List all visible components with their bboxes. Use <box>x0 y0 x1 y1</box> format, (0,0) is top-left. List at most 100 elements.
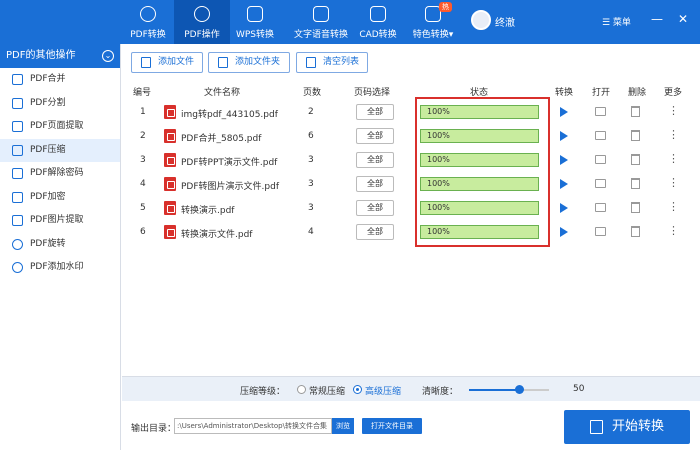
page-select-button[interactable]: 全部 <box>356 200 394 216</box>
trash-icon[interactable] <box>631 202 640 213</box>
folder-icon[interactable] <box>595 155 606 164</box>
sidebar-item-label: PDF添加水印 <box>30 262 84 272</box>
hot-badge: 热 <box>439 2 452 12</box>
sidebar-item-label: PDF加密 <box>30 191 66 202</box>
page-select-button[interactable]: 全部 <box>356 128 394 144</box>
minimize-icon[interactable]: — <box>651 12 663 26</box>
nav-pdf-convert[interactable]: PDF转换 <box>126 0 170 44</box>
nav-label: WPS转换 <box>235 30 275 40</box>
sidebar-item-encrypt[interactable]: PDF加密 <box>0 186 120 210</box>
file-name: PDF转PPT演示文件.pdf <box>181 158 278 168</box>
sidebar-item-rotate[interactable]: PDF旋转 <box>0 233 120 257</box>
trash-icon[interactable] <box>631 106 640 117</box>
row-number: 4 <box>140 179 146 189</box>
sidebar-item-label: PDF旋转 <box>30 238 66 249</box>
wps-icon <box>247 6 263 22</box>
row-number: 6 <box>140 227 146 237</box>
page-select-button[interactable]: 全部 <box>356 152 394 168</box>
pdf-file-icon <box>164 201 176 215</box>
folder-icon[interactable] <box>595 131 606 140</box>
avatar[interactable] <box>471 10 491 30</box>
page-count: 6 <box>308 131 314 141</box>
play-icon[interactable] <box>560 203 568 213</box>
file-name: PDF转图片演示文件.pdf <box>181 182 279 192</box>
table-row[interactable]: 3 PDF转PPT演示文件.pdf 3 全部 100% ⋮ <box>123 149 700 173</box>
add-folder-button[interactable]: 添加文件夹 <box>208 52 290 73</box>
table-row[interactable]: 4 PDF转图片演示文件.pdf 3 全部 100% ⋮ <box>123 173 700 197</box>
output-path-field[interactable]: :\Users\Administrator\Desktop\转换文件合集 <box>174 418 332 434</box>
clarity-slider[interactable] <box>469 385 549 394</box>
merge-icon <box>12 74 23 85</box>
more-icon[interactable]: ⋮ <box>668 176 679 189</box>
more-icon[interactable]: ⋮ <box>668 200 679 213</box>
sidebar-header[interactable]: PDF的其他操作 ⌄ <box>0 44 120 68</box>
add-file-label: 添加文件 <box>158 57 195 67</box>
page-select-button[interactable]: 全部 <box>356 104 394 120</box>
file-name: 转换演示.pdf <box>181 206 235 216</box>
add-folder-icon <box>218 57 228 68</box>
sidebar-item-merge[interactable]: PDF合并 <box>0 68 120 92</box>
sidebar-item-compress[interactable]: PDF压缩 <box>0 138 120 162</box>
play-icon[interactable] <box>560 131 568 141</box>
user-name[interactable]: 终澈 <box>495 14 515 29</box>
trash-icon[interactable] <box>631 226 640 237</box>
add-file-button[interactable]: 添加文件 <box>131 52 203 73</box>
open-dir-button[interactable]: 打开文件目录 <box>362 418 422 434</box>
sidebar-item-image-extract[interactable]: PDF图片提取 <box>0 209 120 233</box>
sidebar-item-decrypt[interactable]: PDF解除密码 <box>0 162 120 186</box>
more-icon[interactable]: ⋮ <box>668 104 679 117</box>
header-num: 编号 <box>133 88 152 98</box>
chevron-down-icon[interactable]: ⌄ <box>102 50 114 62</box>
page-count: 3 <box>308 155 314 165</box>
browse-button[interactable]: 浏览 <box>332 418 354 434</box>
sidebar-item-extract-pages[interactable]: PDF页面提取 <box>0 115 120 139</box>
more-icon[interactable]: ⋮ <box>668 152 679 165</box>
folder-icon[interactable] <box>595 179 606 188</box>
advanced-compress-label[interactable]: 高级压缩 <box>365 384 401 397</box>
nav-text-speech[interactable]: 文字语音转换 <box>288 0 354 44</box>
menu-button[interactable]: ☰ 菜单 <box>602 15 631 28</box>
clear-list-button[interactable]: 清空列表 <box>296 52 368 73</box>
play-icon[interactable] <box>560 155 568 165</box>
trash-icon[interactable] <box>631 178 640 189</box>
normal-compress-radio[interactable] <box>297 385 306 394</box>
sidebar-item-watermark[interactable]: PDF添加水印 <box>0 256 120 280</box>
page-select-button[interactable]: 全部 <box>356 224 394 240</box>
folder-icon[interactable] <box>595 203 606 212</box>
page-count: 2 <box>308 107 314 117</box>
play-icon[interactable] <box>560 227 568 237</box>
sidebar-item-label: PDF合并 <box>30 74 66 84</box>
file-name: 转换演示文件.pdf <box>181 230 253 240</box>
add-folder-label: 添加文件夹 <box>235 57 281 67</box>
play-icon[interactable] <box>560 179 568 189</box>
play-icon[interactable] <box>560 107 568 117</box>
more-icon[interactable]: ⋮ <box>668 128 679 141</box>
image-icon <box>12 215 23 226</box>
table-row[interactable]: 1 img转pdf_443105.pdf 2 全部 100% ⋮ <box>123 101 700 125</box>
trash-icon[interactable] <box>631 154 640 165</box>
nav-cad-convert[interactable]: CAD转换 <box>358 0 398 44</box>
table-row[interactable]: 5 转换演示.pdf 3 全部 100% ⋮ <box>123 197 700 221</box>
folder-icon[interactable] <box>595 107 606 116</box>
nav-wps-convert[interactable]: WPS转换 <box>232 0 278 44</box>
clarity-slider-handle[interactable] <box>515 385 524 394</box>
output-dir-label: 输出目录： <box>131 424 177 434</box>
close-icon[interactable]: ✕ <box>678 12 688 26</box>
page-select-button[interactable]: 全部 <box>356 176 394 192</box>
folder-icon[interactable] <box>595 227 606 236</box>
trash-icon[interactable] <box>631 130 640 141</box>
header-open: 打开 <box>592 88 611 98</box>
advanced-compress-radio[interactable] <box>353 385 362 394</box>
normal-compress-label[interactable]: 常规压缩 <box>309 384 345 397</box>
table-row[interactable]: 2 PDF合并_5805.pdf 6 全部 100% ⋮ <box>123 125 700 149</box>
clear-list-icon <box>306 57 316 68</box>
nav-special-convert[interactable]: 热 特色转换▾ <box>408 0 458 44</box>
row-number: 3 <box>140 155 146 165</box>
more-icon[interactable]: ⋮ <box>668 224 679 237</box>
sidebar-item-split[interactable]: PDF分割 <box>0 92 120 116</box>
start-convert-button[interactable]: 开始转换 <box>564 410 690 444</box>
lock-icon <box>12 191 23 203</box>
table-row[interactable]: 6 转换演示文件.pdf 4 全部 100% ⋮ <box>123 221 700 245</box>
top-nav-bar: PDF转换 PDF操作 WPS转换 文字语音转换 CAD转换 热 特色转换▾ 终… <box>0 0 700 44</box>
nav-pdf-operation[interactable]: PDF操作 <box>174 0 230 44</box>
